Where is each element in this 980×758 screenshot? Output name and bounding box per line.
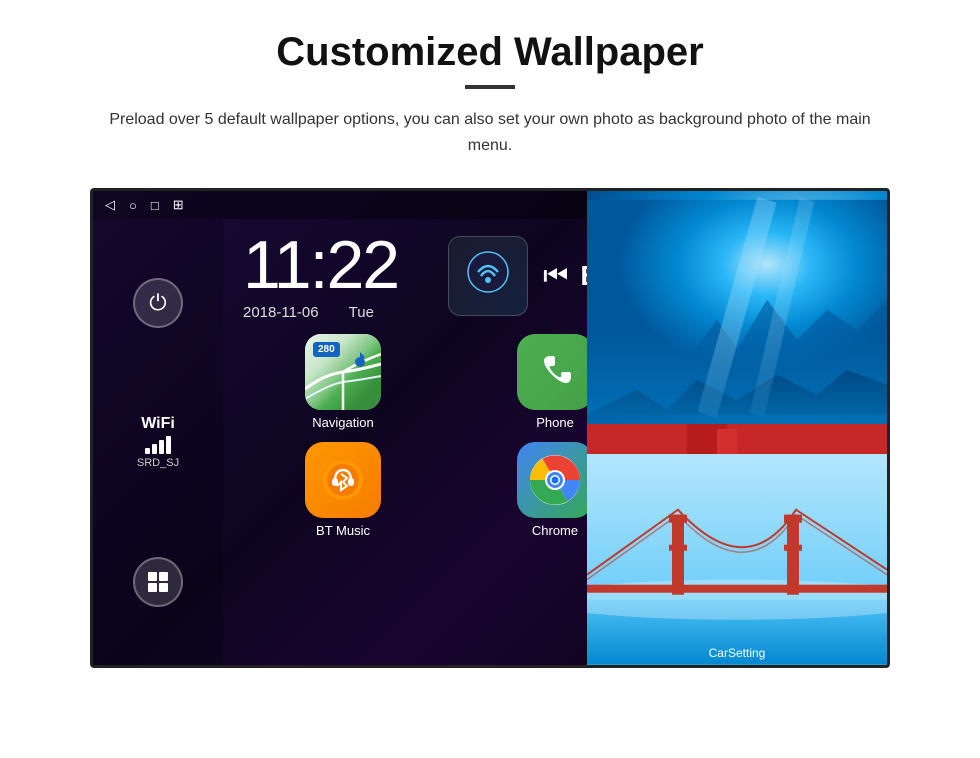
app-item-bt-music[interactable]: BT Music [243,442,443,538]
back-nav-icon[interactable]: ◁ [105,197,115,213]
navigation-app-icon[interactable]: 280 [305,334,381,410]
bridge-scene: CarSetting [587,454,887,665]
navigation-app-label: Navigation [312,415,373,430]
wifi-bars [137,436,179,454]
app-item-navigation[interactable]: 280 [243,334,443,430]
nav-map: 280 [305,334,381,410]
wifi-bar-1 [145,448,150,454]
ice-cave-image [587,191,887,424]
phone-app-icon[interactable] [517,334,593,410]
wifi-label: WiFi [137,415,179,433]
phone-app-label: Phone [536,415,574,430]
bt-music-app-label: BT Music [316,523,370,538]
wallpaper-thumb-red[interactable] [587,424,887,454]
clock-time: 11:22 [243,231,398,299]
wifi-widget: WiFi SRD_SJ [137,415,179,469]
wifi-bar-2 [152,444,157,454]
power-button[interactable]: ⏻ [133,278,183,328]
page-description: Preload over 5 default wallpaper options… [100,107,880,158]
home-icon[interactable]: ○ [129,198,137,213]
main-content: ⏻ WiFi SRD_SJ [93,219,887,665]
media-widget: ⏮ B [448,236,600,316]
clock-date-value: 2018-11-06 [243,304,319,321]
media-app-wifi-icon [466,250,510,303]
wifi-bar-3 [159,440,164,454]
clock-display: 11:22 2018-11-06 Tue [243,231,398,321]
wifi-bar-4 [166,436,171,454]
clock-day-value: Tue [349,304,374,321]
page-wrapper: Customized Wallpaper Preload over 5 defa… [0,0,980,688]
sidebar: ⏻ WiFi SRD_SJ [93,219,223,665]
android-screen: ◁ ○ □ ⊞ ◆ ▾ 11:22 ⏻ WiFi [90,188,890,668]
title-divider [465,85,515,89]
screenshot-icon[interactable]: ⊞ [173,197,184,213]
bt-music-app-icon[interactable] [305,442,381,518]
clock-date: 2018-11-06 Tue [243,304,398,321]
wallpaper-thumb-bridge[interactable]: CarSetting [587,454,887,665]
media-app-icon [448,236,528,316]
car-setting-label: CarSetting [587,646,887,660]
apps-drawer-button[interactable] [133,557,183,607]
chrome-app-icon[interactable] [517,442,593,518]
chrome-app-label: Chrome [532,523,578,538]
device-wrapper: ◁ ○ □ ⊞ ◆ ▾ 11:22 ⏻ WiFi [50,188,930,668]
page-title: Customized Wallpaper [50,30,930,75]
wifi-ssid: SRD_SJ [137,457,179,469]
prev-track-icon[interactable]: ⏮ [543,260,568,293]
wallpaper-thumbnails: CarSetting [587,191,887,665]
recents-icon[interactable]: □ [151,198,159,213]
status-left: ◁ ○ □ ⊞ [105,197,184,213]
wallpaper-thumb-ice[interactable] [587,191,887,424]
